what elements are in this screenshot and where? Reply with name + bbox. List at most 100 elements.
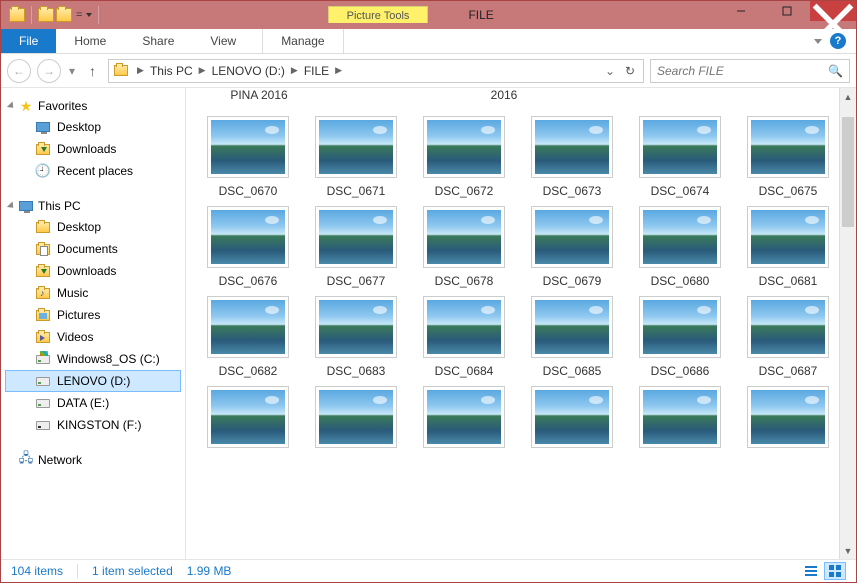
nav-item-documents[interactable]: Documents <box>5 238 181 260</box>
nav-item-pictures[interactable]: Pictures <box>5 304 181 326</box>
refresh-icon[interactable]: ↻ <box>619 60 641 82</box>
file-item[interactable]: DSC_0672 <box>420 116 508 198</box>
file-label: DSC_0685 <box>543 364 602 378</box>
image-thumbnail <box>643 120 717 174</box>
scroll-thumb[interactable] <box>842 117 854 227</box>
tab-file[interactable]: File <box>1 29 56 53</box>
search-icon[interactable]: 🔍 <box>822 64 849 78</box>
file-item[interactable]: DSC_0680 <box>636 206 724 288</box>
image-thumbnail <box>427 210 501 264</box>
chevron-right-icon[interactable]: ▶ <box>195 65 210 76</box>
nav-network-header[interactable]: 🖧Network <box>5 450 181 470</box>
thumbnail <box>423 206 505 268</box>
folder-icon[interactable] <box>9 8 25 22</box>
nav-item-drive-c[interactable]: Windows8_OS (C:) <box>5 348 181 370</box>
scroll-track[interactable] <box>840 105 856 542</box>
thumbnail <box>207 296 289 358</box>
address-bar[interactable]: ▶ This PC ▶ LENOVO (D:) ▶ FILE ▶ ⌄ ↻ <box>108 59 644 83</box>
file-item[interactable] <box>636 386 724 448</box>
file-item[interactable]: DSC_0677 <box>312 206 400 288</box>
file-item[interactable]: DSC_0685 <box>528 296 616 378</box>
file-label: DSC_0676 <box>219 274 278 288</box>
image-thumbnail <box>211 390 285 444</box>
nav-item-music[interactable]: Music <box>5 282 181 304</box>
drive-icon <box>36 377 50 386</box>
file-item[interactable]: DSC_0670 <box>204 116 292 198</box>
nav-item-videos[interactable]: Videos <box>5 326 181 348</box>
file-item[interactable]: DSC_0682 <box>204 296 292 378</box>
file-item[interactable]: DSC_0687 <box>744 296 832 378</box>
scroll-down-icon[interactable]: ▼ <box>840 542 856 559</box>
thumbnail <box>315 116 397 178</box>
up-button[interactable]: ↑ <box>83 63 102 79</box>
chevron-right-icon[interactable]: ▶ <box>287 65 302 76</box>
thumbnails-view-button[interactable] <box>824 562 846 580</box>
file-item[interactable]: DSC_0676 <box>204 206 292 288</box>
nav-item-recent[interactable]: 🕘Recent places <box>5 160 181 182</box>
back-button[interactable]: ← <box>7 59 31 83</box>
nav-item-drive-f[interactable]: KINGSTON (F:) <box>5 414 181 436</box>
file-item[interactable] <box>420 386 508 448</box>
close-button[interactable] <box>810 1 856 21</box>
scroll-up-icon[interactable]: ▲ <box>840 88 856 105</box>
help-icon[interactable]: ? <box>830 33 846 49</box>
image-thumbnail <box>535 120 609 174</box>
file-grid: DSC_0670DSC_0671DSC_0672DSC_0673 DSC_0674… <box>204 116 839 448</box>
file-item[interactable]: DSC_0675 <box>744 116 832 198</box>
minimize-button[interactable] <box>718 1 764 21</box>
thumbnail <box>747 116 829 178</box>
file-item[interactable]: DSC_0681 <box>744 206 832 288</box>
nav-thispc-header[interactable]: This PC <box>5 196 181 216</box>
nav-favorites-header[interactable]: ★Favorites <box>5 96 181 116</box>
recent-icon: 🕘 <box>35 163 51 179</box>
nav-item-drive-d[interactable]: LENOVO (D:) <box>5 370 181 392</box>
file-item[interactable]: DSC_0686 <box>636 296 724 378</box>
properties-icon[interactable]: = <box>74 9 84 21</box>
tab-share[interactable]: Share <box>124 29 192 53</box>
nav-item-downloads[interactable]: Downloads <box>5 138 181 160</box>
file-item[interactable]: DSC_0684 <box>420 296 508 378</box>
tab-home[interactable]: Home <box>56 29 124 53</box>
downloads-icon <box>36 266 50 277</box>
folder-label[interactable]: 2016 <box>459 88 549 102</box>
folder-new-icon[interactable] <box>56 8 72 22</box>
nav-item-desktop[interactable]: Desktop <box>5 116 181 138</box>
file-item[interactable]: DSC_0679 <box>528 206 616 288</box>
file-item[interactable] <box>204 386 292 448</box>
nav-item-desktop[interactable]: Desktop <box>5 216 181 238</box>
file-label: DSC_0674 <box>651 184 710 198</box>
search-box[interactable]: 🔍 <box>650 59 850 83</box>
maximize-button[interactable] <box>764 1 810 21</box>
breadcrumb-folder[interactable]: FILE <box>302 64 331 78</box>
forward-button[interactable]: → <box>37 59 61 83</box>
file-item[interactable] <box>744 386 832 448</box>
thumbnail <box>747 386 829 448</box>
breadcrumb-root[interactable]: This PC <box>148 64 195 78</box>
tab-manage[interactable]: Manage <box>262 29 343 53</box>
status-selected-count: 1 item selected <box>92 564 173 578</box>
chevron-down-icon[interactable] <box>814 39 822 44</box>
nav-item-downloads[interactable]: Downloads <box>5 260 181 282</box>
file-item[interactable]: DSC_0671 <box>312 116 400 198</box>
history-dropdown-icon[interactable]: ▾ <box>67 64 77 78</box>
file-label: DSC_0686 <box>651 364 710 378</box>
details-view-button[interactable] <box>800 562 822 580</box>
file-item[interactable]: DSC_0683 <box>312 296 400 378</box>
folder-open-icon[interactable] <box>38 8 54 22</box>
image-thumbnail <box>643 390 717 444</box>
folder-label[interactable]: PINA 2016 <box>214 88 304 102</box>
nav-item-drive-e[interactable]: DATA (E:) <box>5 392 181 414</box>
breadcrumb-drive[interactable]: LENOVO (D:) <box>210 64 287 78</box>
chevron-right-icon[interactable]: ▶ <box>133 65 148 76</box>
file-item[interactable]: DSC_0678 <box>420 206 508 288</box>
chevron-right-icon[interactable]: ▶ <box>331 65 346 76</box>
file-item[interactable] <box>312 386 400 448</box>
file-item[interactable] <box>528 386 616 448</box>
file-item[interactable]: DSC_0673 <box>528 116 616 198</box>
vertical-scrollbar[interactable]: ▲ ▼ <box>839 88 856 559</box>
file-item[interactable]: DSC_0674 <box>636 116 724 198</box>
qat-dropdown-icon[interactable] <box>86 13 92 17</box>
address-dropdown-icon[interactable]: ⌄ <box>601 64 619 78</box>
tab-view[interactable]: View <box>192 29 254 53</box>
search-input[interactable] <box>651 64 822 78</box>
